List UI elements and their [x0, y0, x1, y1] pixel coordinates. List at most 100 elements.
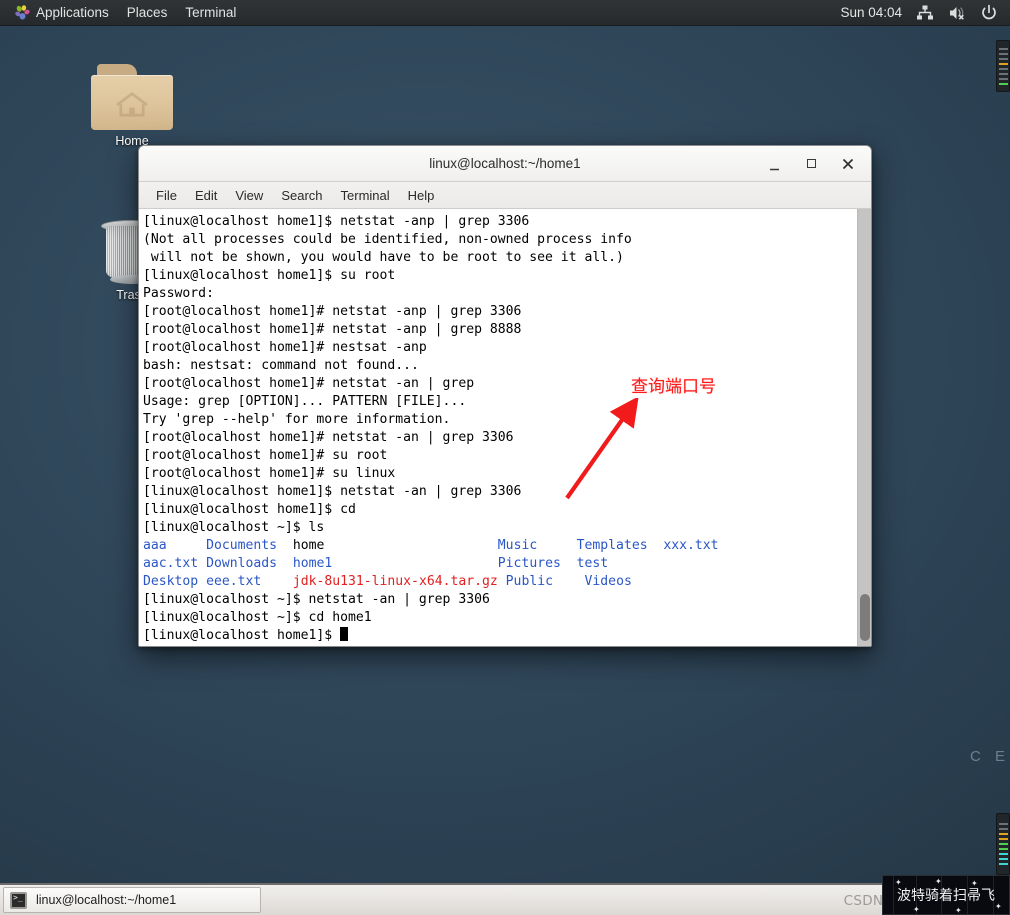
- minimize-button[interactable]: [766, 156, 782, 172]
- terminal-text: aac.txt: [143, 556, 199, 571]
- terminal-line: aaa Documents home Music Templates xxx.t…: [143, 537, 857, 555]
- terminal-line: [linux@localhost ~]$ netstat -an | grep …: [143, 591, 857, 609]
- power-icon[interactable]: [980, 4, 998, 22]
- terminal-title: linux@localhost:~/home1: [429, 156, 581, 171]
- terminal-line: Desktop eee.txt jdk-8u131-linux-x64.tar.…: [143, 573, 857, 591]
- volume-muted-icon[interactable]: [948, 4, 966, 22]
- terminal-line: [root@localhost home1]# netstat -anp | g…: [143, 321, 857, 339]
- terminal-line: [root@localhost home1]# su linux: [143, 465, 857, 483]
- edge-label: C E: [969, 748, 1010, 765]
- terminal-text: Pictures: [497, 556, 561, 571]
- terminal-menu-label: Terminal: [185, 5, 237, 20]
- terminal-text: [linux@localhost ~]$ netstat -an | grep …: [143, 592, 490, 607]
- terminal-line: aac.txt Downloads home1 Pictures test: [143, 555, 857, 573]
- terminal-text: [linux@localhost home1]$ netstat -an | g…: [143, 484, 522, 499]
- terminal-line: (Not all processes could be identified, …: [143, 231, 857, 249]
- terminal-text: [root@localhost home1]# netstat -anp | g…: [143, 322, 522, 337]
- terminal-text: test: [576, 556, 609, 571]
- edge-line-cyan: [998, 853, 1008, 855]
- terminal-text: bash: nestsat: command not found...: [143, 358, 419, 373]
- edge-line: [998, 77, 1008, 80]
- taskbar-window-label: linux@localhost:~/home1: [36, 893, 177, 907]
- terminal-line: [root@localhost home1]# netstat -an | gr…: [143, 375, 857, 393]
- edge-widget-top[interactable]: [996, 40, 1010, 92]
- terminal-text: Usage: grep [OPTION]... PATTERN [FILE]..…: [143, 394, 467, 409]
- applications-menu[interactable]: Applications: [6, 0, 118, 26]
- desktop-icon-home[interactable]: Home: [84, 64, 180, 148]
- terminal-text: home1: [292, 556, 333, 571]
- menu-view[interactable]: View: [226, 185, 272, 206]
- star-icon: ✦: [913, 905, 920, 914]
- terminal-line: [root@localhost home1]# netstat -an | gr…: [143, 429, 857, 447]
- terminal-text: will not be shown, you would have to be …: [143, 250, 624, 265]
- taskbar-window-button[interactable]: linux@localhost:~/home1: [3, 887, 261, 913]
- terminal-text: [root@localhost home1]# netstat -an | gr…: [143, 376, 475, 391]
- places-menu[interactable]: Places: [118, 0, 177, 26]
- terminal-output[interactable]: [linux@localhost home1]$ netstat -anp | …: [139, 209, 857, 646]
- terminal-line: [linux@localhost home1]$ su root: [143, 267, 857, 285]
- terminal-text: Templates: [576, 538, 648, 553]
- terminal-text: [linux@localhost ~]$ ls: [143, 520, 325, 535]
- terminal-text: Password:: [143, 286, 214, 301]
- folder-home-icon: [91, 64, 173, 130]
- terminal-scrollbar-thumb[interactable]: [860, 594, 870, 641]
- night-sky-widget[interactable]: ✦ ✦ ✦ ✦ ✦ ✦ 波特骑着扫帚飞: [882, 875, 1010, 915]
- terminal-line: Password:: [143, 285, 857, 303]
- menu-terminal[interactable]: Terminal: [332, 185, 399, 206]
- terminal-body[interactable]: [linux@localhost home1]$ netstat -anp | …: [139, 209, 871, 646]
- menu-search[interactable]: Search: [272, 185, 331, 206]
- terminal-text: Desktop: [143, 574, 199, 589]
- clock[interactable]: Sun 04:04: [840, 5, 902, 20]
- terminal-menubar: File Edit View Search Terminal Help: [139, 182, 871, 209]
- terminal-line: [linux@localhost home1]$ netstat -anp | …: [143, 213, 857, 231]
- terminal-text: Public: [505, 574, 553, 589]
- terminal-text: Downloads: [206, 556, 278, 571]
- terminal-scrollbar[interactable]: [857, 209, 871, 646]
- applications-menu-label: Applications: [36, 5, 109, 20]
- edge-line: [998, 57, 1008, 60]
- edge-widget-bottom[interactable]: [996, 813, 1010, 875]
- terminal-text: [root@localhost home1]# netstat -an | gr…: [143, 430, 514, 445]
- edge-line-green: [998, 843, 1008, 845]
- terminal-text: Videos: [584, 574, 632, 589]
- terminal-line: Try 'grep --help' for more information.: [143, 411, 857, 429]
- close-button[interactable]: [840, 156, 856, 172]
- terminal-text: [root@localhost home1]# su linux: [143, 466, 396, 481]
- top-panel-menus: Applications Places Terminal: [0, 0, 245, 26]
- terminal-menu[interactable]: Terminal: [176, 0, 245, 26]
- edge-line: [998, 823, 1008, 825]
- terminal-text: xxx.txt: [663, 538, 719, 553]
- menu-help[interactable]: Help: [399, 185, 444, 206]
- window-controls: [766, 156, 871, 172]
- edge-line-amber: [998, 62, 1008, 65]
- terminal-text: Try 'grep --help' for more information.: [143, 412, 451, 427]
- maximize-button[interactable]: [803, 156, 819, 172]
- edge-line-cyan: [998, 863, 1008, 865]
- terminal-text: [linux@localhost ~]$ cd home1: [143, 610, 372, 625]
- edge-line-green: [998, 848, 1008, 850]
- terminal-text: eee.txt: [206, 574, 262, 589]
- terminal-window[interactable]: linux@localhost:~/home1 File Edit View S…: [138, 145, 872, 647]
- edge-line: [998, 47, 1008, 50]
- terminal-text: [root@localhost home1]# nestsat -anp: [143, 340, 427, 355]
- places-menu-label: Places: [126, 5, 168, 20]
- menu-edit[interactable]: Edit: [186, 185, 226, 206]
- terminal-titlebar[interactable]: linux@localhost:~/home1: [139, 146, 871, 182]
- terminal-line: [root@localhost home1]# nestsat -anp: [143, 339, 857, 357]
- terminal-icon: [10, 891, 27, 909]
- top-panel-status-area: Sun 04:04: [840, 4, 1010, 22]
- terminal-text: [root@localhost home1]# su root: [143, 448, 388, 463]
- network-icon[interactable]: [916, 4, 934, 22]
- edge-line: [998, 72, 1008, 75]
- night-widget-label: 波特骑着扫帚飞: [897, 888, 995, 904]
- menu-file[interactable]: File: [147, 185, 186, 206]
